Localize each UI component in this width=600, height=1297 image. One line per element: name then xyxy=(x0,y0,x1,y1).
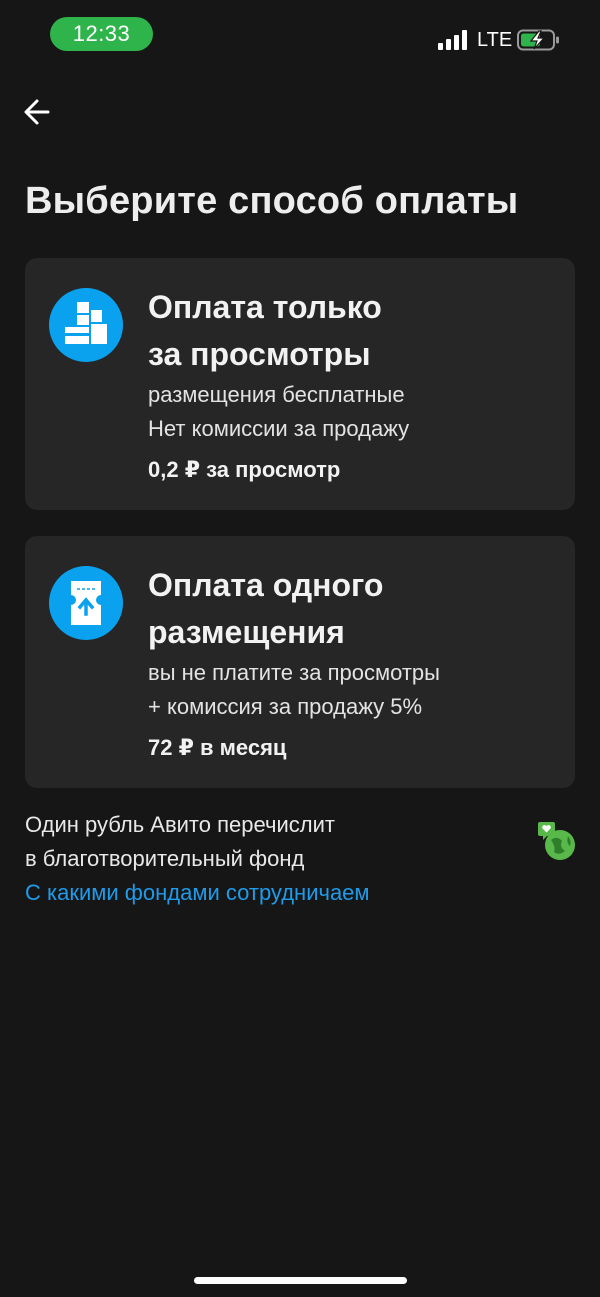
arrow-left-icon xyxy=(24,99,50,125)
blocks-icon xyxy=(49,288,123,362)
page-title: Выберите способ оплаты xyxy=(25,180,519,222)
option-description: вы не платите за просмотры + комиссия за… xyxy=(148,660,440,719)
charity-funds-link[interactable]: С какими фондами сотрудничаем xyxy=(25,876,575,910)
home-indicator[interactable] xyxy=(194,1277,407,1284)
signal-icon xyxy=(438,30,470,50)
option-description: размещения бесплатные Нет комиссии за пр… xyxy=(148,382,410,441)
charity-section: Один рубль Авито перечислит в благотвори… xyxy=(25,808,575,918)
status-bar: 12:33 LTE xyxy=(0,0,600,70)
option-title: Оплата только за просмотры xyxy=(148,289,382,372)
payment-option-single-listing[interactable]: Оплата одного размещения вы не платите з… xyxy=(25,536,575,788)
network-label: LTE xyxy=(477,29,513,51)
back-button[interactable] xyxy=(20,94,56,130)
charity-globe-icon xyxy=(535,820,579,864)
battery-charging-icon xyxy=(517,29,561,51)
charity-text: Один рубль Авито перечислит в благотвори… xyxy=(25,812,335,871)
ticket-up-icon xyxy=(49,566,123,640)
option-price: 0,2 ₽ за просмотр xyxy=(148,457,341,482)
status-time: 12:33 xyxy=(50,17,153,51)
option-price: 72 ₽ в месяц xyxy=(148,735,287,760)
payment-option-per-view[interactable]: Оплата только за просмотры размещения бе… xyxy=(25,258,575,510)
option-title: Оплата одного размещения xyxy=(148,567,384,650)
